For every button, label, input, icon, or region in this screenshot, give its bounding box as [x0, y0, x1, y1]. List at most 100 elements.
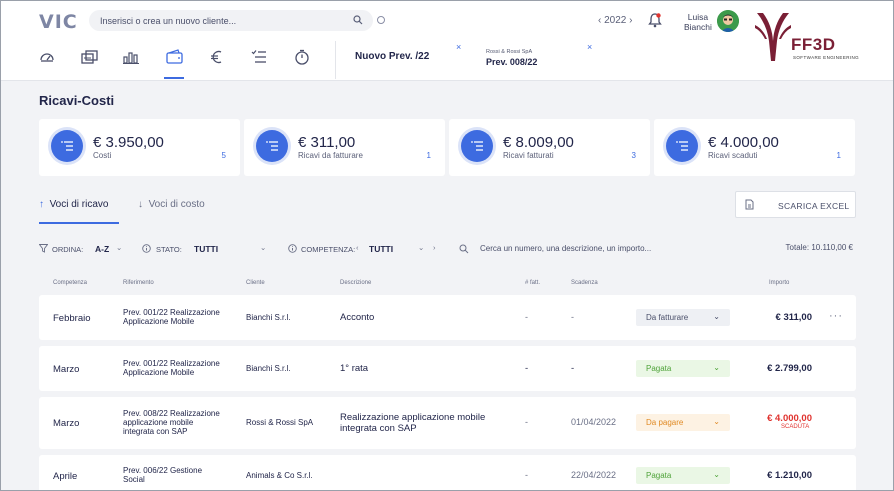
descrizione-line: integrata con SAP: [340, 423, 417, 434]
chevron-down-icon[interactable]: ⌄: [116, 243, 122, 252]
documents-icon[interactable]: [81, 49, 99, 67]
active-nav-indicator: [164, 77, 184, 79]
summary-card-ricavi-da-fatturare[interactable]: € 311,00 Ricavi da fatturare 1: [244, 119, 445, 176]
close-icon[interactable]: ×: [587, 42, 592, 52]
status-select[interactable]: Da fatturare ⌄: [636, 309, 730, 326]
client-search[interactable]: [89, 10, 373, 31]
tab-voci-di-ricavo[interactable]: ↑ Voci di ricavo: [39, 199, 108, 210]
more-options-icon[interactable]: ···: [829, 310, 843, 322]
column-header[interactable]: # fatt.: [525, 280, 540, 286]
checklist-icon[interactable]: [251, 49, 269, 67]
riferimento-cell[interactable]: Prev. 006/22 Gestione Social: [123, 466, 202, 484]
tab-preventivo-008[interactable]: Prev. 008/22: [486, 57, 537, 65]
chevron-down-icon[interactable]: ⌄: [418, 243, 424, 252]
table-total: Totale: 10.110,00 €: [785, 243, 853, 252]
ordina-select[interactable]: A-Z: [95, 244, 109, 254]
info-icon[interactable]: [377, 16, 385, 24]
chevron-right-icon[interactable]: ›: [433, 243, 436, 252]
summary-card-ricavi-fatturati[interactable]: € 8.009,00 Ricavi fatturati 3: [449, 119, 650, 176]
overdue-badge: SCADUTA: [781, 424, 810, 430]
summary-card-costi[interactable]: € 3.950,00 Costi 5: [39, 119, 240, 176]
app-logo[interactable]: VIC: [39, 11, 78, 33]
close-icon[interactable]: ×: [456, 42, 461, 52]
euro-icon[interactable]: [209, 49, 227, 67]
column-header[interactable]: Scadenza: [571, 280, 598, 286]
status-label: Pagata: [646, 471, 672, 480]
notification-bell-icon[interactable]: [648, 12, 662, 31]
download-excel-label: SCARICA EXCEL: [778, 201, 850, 211]
column-header[interactable]: Importo: [769, 280, 789, 286]
column-header[interactable]: Cliente: [246, 280, 265, 286]
card-count: 5: [221, 151, 226, 160]
importo-cell: € 2.799,00: [767, 363, 812, 374]
avatar[interactable]: [717, 10, 739, 32]
card-label: Ricavi fatturati: [503, 151, 554, 160]
arrow-down-icon: ↓: [138, 199, 143, 210]
table-row[interactable]: Aprile Prev. 006/22 Gestione Social Anim…: [39, 455, 856, 490]
arrow-up-icon: ↑: [39, 199, 44, 210]
competenza-cell: Aprile: [53, 471, 78, 482]
search-icon[interactable]: [353, 15, 363, 28]
top-bar: VIC ‹ 2022 › Luisa Bianchi: [1, 1, 893, 81]
competenza-cell: Febbraio: [53, 313, 91, 324]
file-icon: [745, 199, 754, 213]
status-label: Da fatturare: [646, 313, 689, 322]
chevron-down-icon: ⌄: [713, 363, 720, 372]
tab-nuovo-preventivo[interactable]: Nuovo Prev. /22: [355, 51, 429, 62]
table-row[interactable]: Febbraio Prev. 001/22 Realizzazione Appl…: [39, 295, 856, 340]
chevron-left-icon[interactable]: ‹: [356, 243, 359, 252]
riferimento-cell[interactable]: Prev. 001/22 Realizzazione Applicazione …: [123, 308, 220, 326]
column-header[interactable]: Riferimento: [123, 280, 154, 286]
card-label: Ricavi scaduti: [708, 151, 758, 160]
card-amount: € 3.950,00: [93, 134, 164, 151]
riferimento-line: Social: [123, 475, 145, 484]
active-tab-indicator: [39, 222, 119, 224]
status-select[interactable]: Pagata ⌄: [636, 360, 730, 377]
timer-icon[interactable]: [294, 49, 312, 67]
page-title: Ricavi-Costi: [39, 93, 115, 108]
riferimento-line: Prev. 001/22 Realizzazione: [123, 359, 220, 368]
riferimento-cell[interactable]: Prev. 001/22 Realizzazione Applicazione …: [123, 359, 220, 377]
info-icon: [142, 244, 151, 255]
table-search-input[interactable]: Cerca un numero, una descrizione, un imp…: [480, 244, 651, 253]
column-header[interactable]: Competenza: [53, 280, 87, 286]
riferimento-cell[interactable]: Prev. 008/22 Realizzazione applicazione …: [123, 409, 220, 437]
user-name[interactable]: Luisa Bianchi: [684, 12, 712, 32]
competenza-cell: Marzo: [53, 364, 80, 375]
riferimento-line: integrata con SAP: [123, 427, 188, 436]
client-search-input[interactable]: [89, 10, 329, 31]
card-amount: € 8.009,00: [503, 134, 574, 151]
stato-label: STATO:: [156, 245, 182, 254]
importo-cell: € 1.210,00: [767, 470, 812, 481]
chevron-down-icon[interactable]: ⌄: [260, 243, 266, 252]
chart-icon[interactable]: [123, 49, 141, 67]
tab-label: Voci di costo: [148, 199, 205, 210]
year-selector[interactable]: ‹ 2022 ›: [598, 15, 632, 26]
table-row[interactable]: Marzo Prev. 008/22 Realizzazione applica…: [39, 397, 856, 449]
wallet-icon[interactable]: [166, 49, 184, 67]
brand-subtitle: SOFTWARE ENGINEERING: [793, 55, 860, 60]
descrizione-cell: Acconto: [340, 312, 375, 323]
riferimento-line: Applicazione Mobile: [123, 317, 195, 326]
column-header[interactable]: Descrizione: [340, 280, 371, 286]
importo-cell: € 4.000,00: [767, 413, 812, 424]
status-select[interactable]: Da pagare ⌄: [636, 414, 730, 431]
status-select[interactable]: Pagata ⌄: [636, 467, 730, 484]
scadenza-cell: -: [571, 363, 575, 374]
search-icon: [459, 244, 469, 256]
download-excel-button[interactable]: SCARICA EXCEL: [735, 191, 856, 218]
competenza-select[interactable]: TUTTI: [369, 244, 393, 254]
dashboard-icon[interactable]: [39, 49, 57, 67]
nfatt-cell: -: [525, 470, 528, 480]
info-icon: [288, 244, 297, 255]
table-row[interactable]: Marzo Prev. 001/22 Realizzazione Applica…: [39, 346, 856, 391]
tab-voci-di-costo[interactable]: ↓ Voci di costo: [138, 199, 205, 210]
cliente-cell: Bianchi S.r.l.: [246, 364, 291, 373]
nfatt-cell: -: [525, 312, 528, 322]
status-label: Da pagare: [646, 418, 684, 427]
scadenza-cell: -: [571, 312, 574, 322]
summary-card-ricavi-scaduti[interactable]: € 4.000,00 Ricavi scaduti 1: [654, 119, 855, 176]
riferimento-line: Applicazione Mobile: [123, 368, 195, 377]
stato-select[interactable]: TUTTI: [194, 244, 218, 254]
card-count: 1: [836, 151, 841, 160]
